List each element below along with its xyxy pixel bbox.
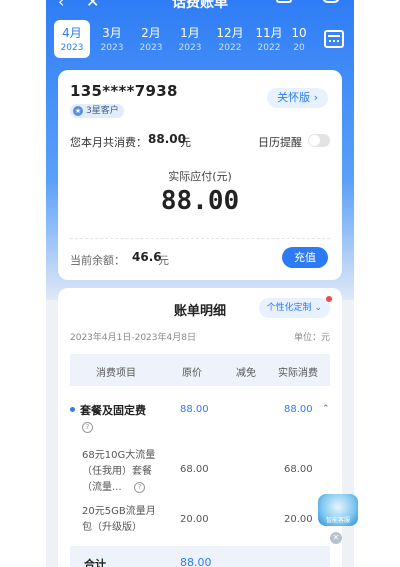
care-version-button[interactable]: 关怀版 › — [267, 88, 328, 108]
item-actual: 68.00 — [284, 464, 313, 475]
month-label: 4月 — [62, 26, 82, 40]
calendar-icon[interactable] — [324, 30, 344, 48]
date-range: 2023年4月1日-2023年4月8日 — [70, 333, 196, 343]
personalize-label: 个性化定制 ⌄ — [266, 303, 322, 313]
calendar-reminder-toggle[interactable] — [308, 134, 330, 147]
month-label: 2月 — [141, 26, 161, 40]
total-value: 88.00 — [180, 556, 212, 567]
recharge-button[interactable]: 充值 — [282, 247, 328, 268]
year-label: 2023 — [60, 43, 84, 53]
star-level-text: 3星客户 — [86, 106, 119, 116]
bill-summary-card: 135****7938 ★ 3星客户 关怀版 › 您本月共消费： 88.00 元… — [58, 70, 342, 280]
star-icon: ★ — [73, 106, 83, 116]
month-label: 1月 — [180, 26, 200, 40]
category-original: 88.00 — [180, 404, 209, 415]
right-margin — [354, 0, 400, 567]
item-name-line3: （流量... — [82, 482, 122, 493]
col-discount: 减免 — [236, 368, 256, 379]
phone-number: 135****7938 — [70, 82, 178, 100]
table-row: 68元10G大流量 （任我用）套餐 （流量... ? 68.00 68.00 — [70, 448, 330, 496]
year-label: 20 — [293, 43, 305, 53]
calendar-reminder-label: 日历提醒 — [258, 136, 302, 149]
bill-details-card: 账单明细 个性化定制 ⌄ 2023年4月1日-2023年4月8日 单位：元 消费… — [58, 288, 342, 567]
item-original: 68.00 — [180, 464, 209, 475]
total-row: 合计 88.00 — [70, 546, 330, 567]
year-label: 2023 — [178, 43, 202, 53]
divider — [70, 238, 330, 239]
month-spend-unit: 元 — [180, 136, 191, 149]
month-tab-mar-2023[interactable]: 3月 2023 — [94, 20, 130, 58]
month-label: 10 — [291, 26, 307, 40]
notification-dot — [326, 296, 332, 302]
share-icon[interactable] — [276, 0, 292, 3]
item-name-line1: 20元5GB流量月 — [82, 506, 156, 517]
item-name-line2: （任我用）套餐 — [82, 466, 152, 477]
month-label: 12月 — [216, 26, 244, 40]
category-name: 套餐及固定费 — [80, 404, 146, 417]
balance-unit: 元 — [158, 254, 169, 267]
help-icon[interactable]: ? — [134, 482, 145, 493]
unit-label: 单位：元 — [293, 333, 330, 343]
widget-label: 智能客服 — [325, 517, 350, 524]
year-label: 2022 — [218, 43, 242, 53]
month-spend-label: 您本月共消费： — [70, 136, 147, 149]
personalize-button[interactable]: 个性化定制 ⌄ — [258, 296, 332, 318]
month-tab-feb-2023[interactable]: 2月 2023 — [133, 20, 169, 58]
chevron-up-icon[interactable]: ⌃ — [322, 404, 330, 414]
table-header: 消费项目 原价 减免 实际消费 — [70, 354, 330, 386]
month-label: 11月 — [255, 26, 283, 40]
category-row[interactable]: 套餐及固定费 88.00 88.00 ⌃ ? — [70, 402, 330, 442]
year-label: 2022 — [257, 43, 281, 53]
month-tab-nov-2022[interactable]: 11月 2022 — [251, 20, 287, 58]
col-actual: 实际消费 — [278, 368, 318, 379]
month-selector: 4月 2023 3月 2023 2月 2023 1月 2023 12月 2022… — [46, 20, 354, 60]
balance-label: 当前余额： — [70, 254, 125, 267]
table-row: 20元5GB流量月 包（升级版） 20.00 20.00 — [70, 504, 330, 538]
item-name-line1: 68元10G大流量 — [82, 450, 156, 461]
col-original: 原价 — [182, 368, 202, 379]
month-tab-oct-2022[interactable]: 10 20 — [284, 20, 314, 58]
close-widget-icon[interactable]: ✕ — [330, 532, 342, 544]
nav-bar: ‹ ✕ 话费账单 — [46, 0, 354, 11]
month-label: 3月 — [102, 26, 122, 40]
month-tab-apr-2023[interactable]: 4月 2023 — [54, 20, 90, 58]
item-name-line2: 包（升级版） — [82, 522, 142, 533]
year-label: 2023 — [100, 43, 124, 53]
bullet-dot — [70, 407, 75, 412]
year-label: 2023 — [139, 43, 163, 53]
left-margin — [0, 0, 46, 567]
col-item: 消费项目 — [96, 368, 136, 379]
page-title: 话费账单 — [172, 0, 228, 11]
month-tab-jan-2023[interactable]: 1月 2023 — [172, 20, 208, 58]
month-tab-dec-2022[interactable]: 12月 2022 — [212, 20, 248, 58]
star-level-badge: ★ 3星客户 — [70, 104, 124, 118]
item-original: 20.00 — [180, 514, 209, 525]
customer-service-widget[interactable]: 智能客服 — [318, 494, 358, 526]
total-label: 合计 — [84, 558, 106, 567]
help-icon[interactable]: ? — [82, 422, 93, 433]
category-actual: 88.00 — [284, 404, 313, 415]
amount-due-label: 实际应付(元) — [168, 170, 232, 183]
item-actual: 20.00 — [284, 514, 313, 525]
amount-due-value: 88.00 — [160, 186, 240, 216]
